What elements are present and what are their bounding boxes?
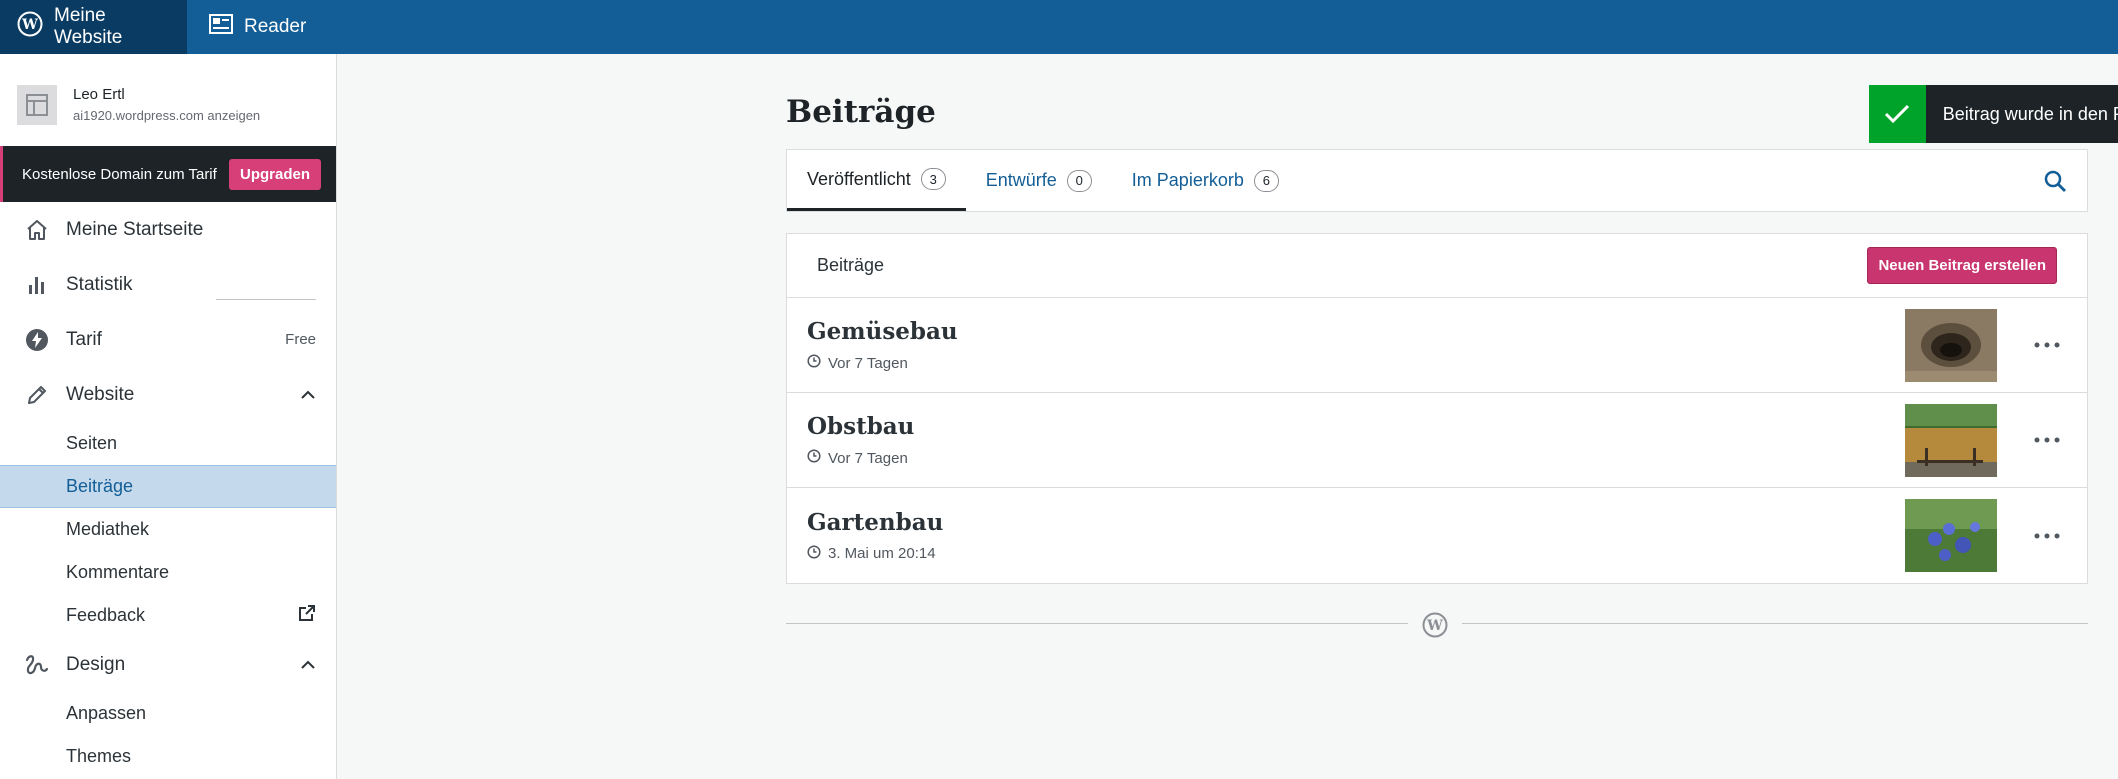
masterbar: W Meine Website Reader	[0, 0, 2118, 54]
footer-divider	[1462, 623, 2088, 624]
chevron-up-icon[interactable]	[300, 384, 316, 406]
clock-icon	[807, 449, 821, 467]
more-options-icon[interactable]	[2027, 342, 2067, 348]
count-badge: 6	[1253, 169, 1279, 192]
sidebar-item-label: Meine Startseite	[66, 218, 204, 240]
post-title[interactable]: Gartenbau	[807, 509, 1905, 536]
success-notice: Beitrag wurde in den P	[1869, 85, 2118, 143]
clock-icon	[807, 544, 821, 563]
home-icon	[24, 217, 50, 243]
sidebar: Leo Ertl ai1920.wordpress.com anzeigen K…	[0, 54, 337, 779]
tab-label: Entwürfe	[985, 170, 1057, 190]
tab-drafts[interactable]: Entwürfe 0	[966, 150, 1112, 211]
reader-label: Reader	[244, 16, 307, 37]
sidebar-item-posts[interactable]: Beiträge	[0, 465, 336, 508]
tab-label: Veröffentlicht	[807, 168, 911, 189]
sidebar-item-stats[interactable]: Statistik	[0, 257, 336, 312]
sidebar-item-label: Kommentare	[66, 562, 170, 582]
sidebar-item-media[interactable]: Mediathek	[0, 508, 336, 551]
sidebar-item-design[interactable]: Design	[0, 637, 336, 692]
checkmark-icon	[1869, 85, 1926, 143]
post-thumbnail[interactable]	[1905, 403, 1997, 477]
domain-upsell-text: Kostenlose Domain zum Tarif	[22, 165, 217, 183]
site-card[interactable]: Leo Ertl ai1920.wordpress.com anzeigen	[0, 54, 336, 136]
post-title[interactable]: Obstbau	[807, 413, 1905, 440]
site-name: Leo Ertl	[73, 86, 125, 103]
search-icon[interactable]	[2043, 169, 2067, 198]
sidebar-item-label: Feedback	[66, 605, 146, 625]
list-header-label: Beiträge	[817, 255, 885, 275]
design-icon	[24, 652, 50, 678]
post-thumbnail[interactable]	[1905, 499, 1997, 572]
notice-text: Beitrag wurde in den P	[1942, 103, 2118, 124]
pencil-icon	[24, 382, 50, 408]
post-date: Vor 7 Tagen	[828, 449, 908, 467]
my-site-button[interactable]: W Meine Website	[0, 0, 187, 54]
clock-icon	[807, 354, 821, 372]
sidebar-item-label: Themes	[66, 746, 132, 766]
tab-trash[interactable]: Im Papierkorb 6	[1112, 150, 1299, 211]
post-title[interactable]: Gemüsebau	[807, 318, 1905, 345]
site-url[interactable]: ai1920.wordpress.com anzeigen	[73, 108, 260, 123]
count-badge: 3	[920, 168, 946, 190]
post-date: 3. Mai um 20:14	[828, 545, 936, 562]
chevron-up-icon[interactable]	[300, 654, 316, 676]
more-options-icon[interactable]	[2027, 437, 2067, 443]
sidebar-item-comments[interactable]: Kommentare	[0, 551, 336, 594]
sidebar-item-label: Seiten	[66, 433, 118, 453]
sidebar-item-website[interactable]: Website	[0, 367, 336, 422]
sidebar-item-customize[interactable]: Anpassen	[0, 692, 336, 735]
more-options-icon[interactable]	[2027, 533, 2067, 539]
svg-text:W: W	[1426, 618, 1443, 634]
sidebar-item-themes[interactable]: Themes	[0, 735, 336, 778]
plan-badge: Free	[285, 331, 316, 348]
sidebar-item-label: Statistik	[66, 273, 133, 295]
sidebar-item-label: Anpassen	[66, 703, 147, 723]
wordpress-logo-icon: W	[17, 11, 43, 43]
sidebar-item-label: Tarif	[66, 328, 102, 350]
sidebar-item-label: Design	[66, 653, 126, 675]
footer-divider	[786, 623, 1408, 624]
my-site-label: Meine Website	[54, 5, 123, 48]
tab-label: Im Papierkorb	[1131, 170, 1244, 190]
stats-sparkline	[216, 299, 316, 300]
post-list-header: Beiträge Neuen Beitrag erstellen	[787, 234, 2087, 298]
post-list: Beiträge Neuen Beitrag erstellen Gemüseb…	[786, 233, 2088, 584]
sidebar-item-label: Mediathek	[66, 519, 150, 539]
sidebar-item-label: Beiträge	[66, 476, 134, 496]
site-icon	[17, 84, 57, 125]
domain-upsell-banner: Kostenlose Domain zum Tarif Upgraden	[0, 146, 336, 202]
sidebar-item-home[interactable]: Meine Startseite	[0, 202, 336, 257]
upgrade-button[interactable]: Upgraden	[228, 158, 321, 190]
page-title: Beiträge	[786, 94, 936, 130]
count-badge: 0	[1066, 169, 1092, 192]
list-item[interactable]: Gemüsebau Vor 7 Tagen	[787, 298, 2087, 393]
new-post-button[interactable]: Neuen Beitrag erstellen	[1867, 247, 2057, 284]
external-link-icon	[298, 604, 316, 627]
tab-published[interactable]: Veröffentlicht 3	[787, 150, 966, 211]
wordpress-logo-icon[interactable]: W	[1422, 612, 1448, 643]
sidebar-item-label: Website	[66, 383, 135, 405]
svg-text:W: W	[21, 17, 38, 33]
sidebar-item-feedback[interactable]: Feedback	[0, 594, 336, 637]
post-status-tabs: Veröffentlicht 3 Entwürfe 0 Im Papierkor…	[786, 149, 2088, 212]
post-date: Vor 7 Tagen	[828, 354, 908, 372]
sidebar-item-pages[interactable]: Seiten	[0, 422, 336, 465]
reader-button[interactable]: Reader	[187, 0, 326, 54]
post-thumbnail[interactable]	[1905, 308, 1997, 382]
bar-chart-icon	[24, 272, 50, 298]
reader-icon	[209, 14, 233, 40]
plan-icon	[24, 327, 50, 353]
list-item[interactable]: Obstbau Vor 7 Tagen	[787, 393, 2087, 488]
sidebar-item-plan[interactable]: Tarif Free	[0, 312, 336, 367]
list-item[interactable]: Gartenbau 3. Mai um 20:14	[787, 488, 2087, 583]
